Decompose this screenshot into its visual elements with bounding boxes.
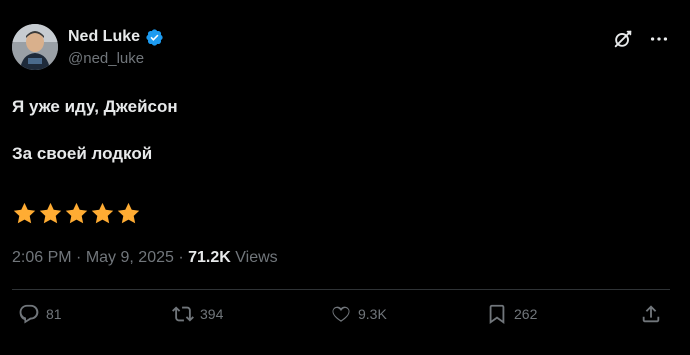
grok-icon[interactable]	[612, 28, 634, 50]
star-icon	[38, 201, 63, 226]
avatar[interactable]	[12, 24, 58, 70]
avatar-image	[12, 24, 58, 70]
tweet-metadata: 2:06 PM · May 9, 2025 · 71.2K Views	[12, 249, 278, 267]
bookmark-icon	[489, 304, 505, 325]
meta-separator: ·	[76, 249, 82, 266]
reply-button[interactable]: 81	[18, 303, 62, 325]
star-icon	[12, 201, 37, 226]
divider	[12, 289, 670, 290]
name-row: Ned Luke	[68, 26, 164, 48]
handle[interactable]: @ned_luke	[68, 50, 164, 67]
reply-icon	[19, 304, 39, 324]
action-bar: 81 394 9.3K 262	[0, 303, 690, 333]
bookmark-count: 262	[514, 306, 538, 322]
tweet-text-line: Я уже иду, Джейсон	[12, 97, 178, 116]
tweet-header: Ned Luke @ned_luke	[12, 24, 670, 72]
views-label: Views	[235, 249, 278, 266]
more-icon[interactable]	[648, 28, 670, 50]
repost-count: 394	[200, 306, 224, 322]
timestamp-date[interactable]: May 9, 2025	[86, 249, 174, 266]
share-button[interactable]	[640, 303, 662, 325]
views-count[interactable]: 71.2K	[188, 249, 231, 266]
reply-count: 81	[46, 306, 62, 322]
repost-button[interactable]: 394	[172, 303, 223, 325]
display-name[interactable]: Ned Luke	[68, 28, 140, 46]
meta-separator: ·	[178, 249, 184, 266]
repost-icon	[172, 306, 194, 322]
author-info: Ned Luke @ned_luke	[68, 26, 164, 67]
star-icon	[64, 201, 89, 226]
like-button[interactable]: 9.3K	[330, 303, 387, 325]
tweet-card: Ned Luke @ned_luke Я уже иду, Джейсон За…	[0, 0, 690, 355]
share-icon	[642, 305, 660, 323]
bookmark-button[interactable]: 262	[486, 303, 537, 325]
verified-badge-icon	[145, 28, 164, 47]
star-icon	[90, 201, 115, 226]
like-count: 9.3K	[358, 306, 387, 322]
timestamp-time[interactable]: 2:06 PM	[12, 249, 72, 266]
star-icon	[116, 201, 141, 226]
star-emoji-row	[12, 201, 141, 226]
top-actions	[612, 28, 670, 50]
tweet-text-line: За своей лодкой	[12, 144, 153, 163]
like-icon	[332, 306, 350, 322]
